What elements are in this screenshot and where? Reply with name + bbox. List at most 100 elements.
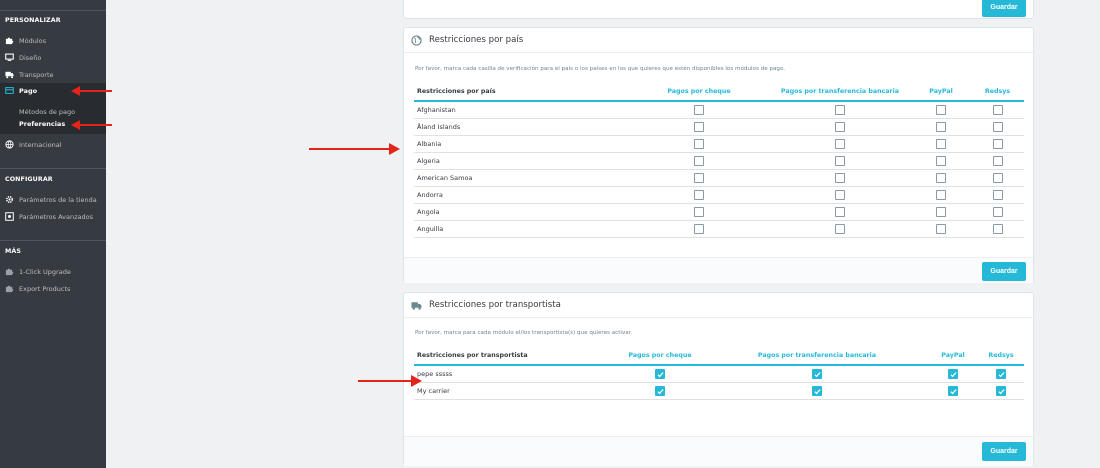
checkbox-cell [769,135,911,153]
restriction-checkbox[interactable] [655,385,665,396]
restriction-checkbox[interactable] [835,189,845,200]
restriction-checkbox[interactable] [992,138,1003,149]
restriction-checkbox[interactable] [694,206,704,217]
restriction-checkbox[interactable] [936,155,946,166]
restriction-checkbox[interactable] [992,104,1003,115]
row-label: Åland Islands [414,118,629,136]
checkbox-cell [629,101,769,119]
row-label: Afghanistan [414,101,629,119]
restriction-checkbox[interactable] [996,368,1006,379]
restriction-checkbox[interactable] [812,368,822,379]
checkbox-cell [769,118,911,136]
checkbox-cell [629,118,769,136]
check-icon [950,388,957,394]
restriction-checkbox[interactable] [694,138,704,149]
restriction-checkbox[interactable] [812,385,822,396]
restriction-checkbox[interactable] [992,206,1003,217]
restriction-checkbox[interactable] [992,223,1003,234]
restriction-checkbox[interactable] [694,189,704,200]
restriction-checkbox[interactable] [835,223,845,234]
top-panel-footer: Guardar [403,0,1034,19]
restriction-checkbox[interactable] [992,155,1003,166]
save-button[interactable]: Guardar [982,262,1026,281]
globe-icon [411,34,422,46]
restriction-checkbox[interactable] [694,155,704,166]
checkbox-cell [769,186,911,204]
row-label: Algeria [414,152,629,170]
restriction-checkbox[interactable] [996,385,1006,396]
sidebar: PERSONALIZAR Módulos Diseño Transporte P… [0,0,106,468]
restriction-checkbox[interactable] [694,121,704,132]
sidebar-item-diseno[interactable]: Diseño [0,50,106,65]
restriction-checkbox[interactable] [936,121,946,132]
restriction-checkbox[interactable] [936,223,946,234]
checkbox-cell [928,382,978,400]
sidebar-item-modulos[interactable]: Módulos [0,33,106,48]
restriction-checkbox[interactable] [936,189,946,200]
restriction-checkbox[interactable] [936,138,946,149]
checkbox-cell [911,169,971,187]
checkbox-cell [971,118,1024,136]
country-restrictions-table: Restricciones por país Pagos por cheque … [414,82,1024,238]
checkbox-cell [614,365,706,383]
panel-header: Restricciones por país [404,28,1033,53]
restriction-checkbox[interactable] [936,206,946,217]
annotation-arrow-pago [71,86,112,96]
restriction-checkbox[interactable] [835,172,845,183]
checkbox-cell [928,365,978,383]
restriction-checkbox[interactable] [948,385,958,396]
restriction-checkbox[interactable] [835,155,845,166]
column-header: PayPal [928,346,978,366]
sidebar-section-mas: MÁS [5,248,21,255]
restriction-checkbox[interactable] [835,206,845,217]
sidebar-item-parametros-avanzados[interactable]: Parámetros Avanzados [0,209,106,224]
column-header: Restricciones por transportista [414,346,614,366]
restriction-checkbox[interactable] [655,368,665,379]
sidebar-item-label: 1-Click Upgrade [19,267,71,276]
restriction-checkbox[interactable] [936,172,946,183]
checkbox-cell [911,220,971,238]
checkbox-cell [911,135,971,153]
checkbox-cell [911,152,971,170]
table-row: Albania [414,135,1024,153]
restriction-checkbox[interactable] [694,104,704,115]
restriction-checkbox[interactable] [835,121,845,132]
column-header: Restricciones por país [414,82,629,102]
sidebar-item-label: Internacional [19,140,62,149]
save-button[interactable]: Guardar [982,442,1026,461]
restriction-checkbox[interactable] [992,121,1003,132]
restriction-checkbox[interactable] [992,189,1003,200]
table-row: Angola [414,203,1024,221]
annotation-arrow-carrier-table [358,375,422,387]
checkbox-cell [911,118,971,136]
checkbox-cell [629,220,769,238]
panel-description: Por favor, marca cada casilla de verific… [415,66,786,72]
sidebar-section-personalizar: PERSONALIZAR [5,17,61,24]
save-button[interactable]: Guardar [982,0,1026,17]
sidebar-subitem-metodos-de-pago[interactable]: Métodos de pago [19,108,75,116]
restriction-checkbox[interactable] [835,138,845,149]
restriction-checkbox[interactable] [936,104,946,115]
row-label: pepe sssss [414,365,614,383]
checkbox-cell [971,186,1024,204]
table-row: pepe sssss [414,365,1024,383]
sidebar-item-transporte[interactable]: Transporte [0,67,106,82]
sidebar-divider [0,240,106,241]
sidebar-item-export-products[interactable]: Export Products [0,281,106,296]
sidebar-item-internacional[interactable]: Internacional [0,137,106,152]
table-row: Afghanistan [414,101,1024,119]
restriction-checkbox[interactable] [835,104,845,115]
puzzle-icon [5,284,14,293]
sidebar-item-parametros-tienda[interactable]: Parámetros de la tienda [0,192,106,207]
restriction-checkbox[interactable] [992,172,1003,183]
row-label: Albania [414,135,629,153]
sidebar-item-1-click-upgrade[interactable]: 1-Click Upgrade [0,264,106,279]
column-header: Pagos por cheque [614,346,706,366]
restriction-checkbox[interactable] [948,368,958,379]
restriction-checkbox[interactable] [694,172,704,183]
column-header: Redsys [978,346,1024,366]
row-label: My carrier [414,382,614,400]
checkbox-cell [971,220,1024,238]
sidebar-subitem-preferencias[interactable]: Preferencias [19,120,65,128]
restriction-checkbox[interactable] [694,223,704,234]
